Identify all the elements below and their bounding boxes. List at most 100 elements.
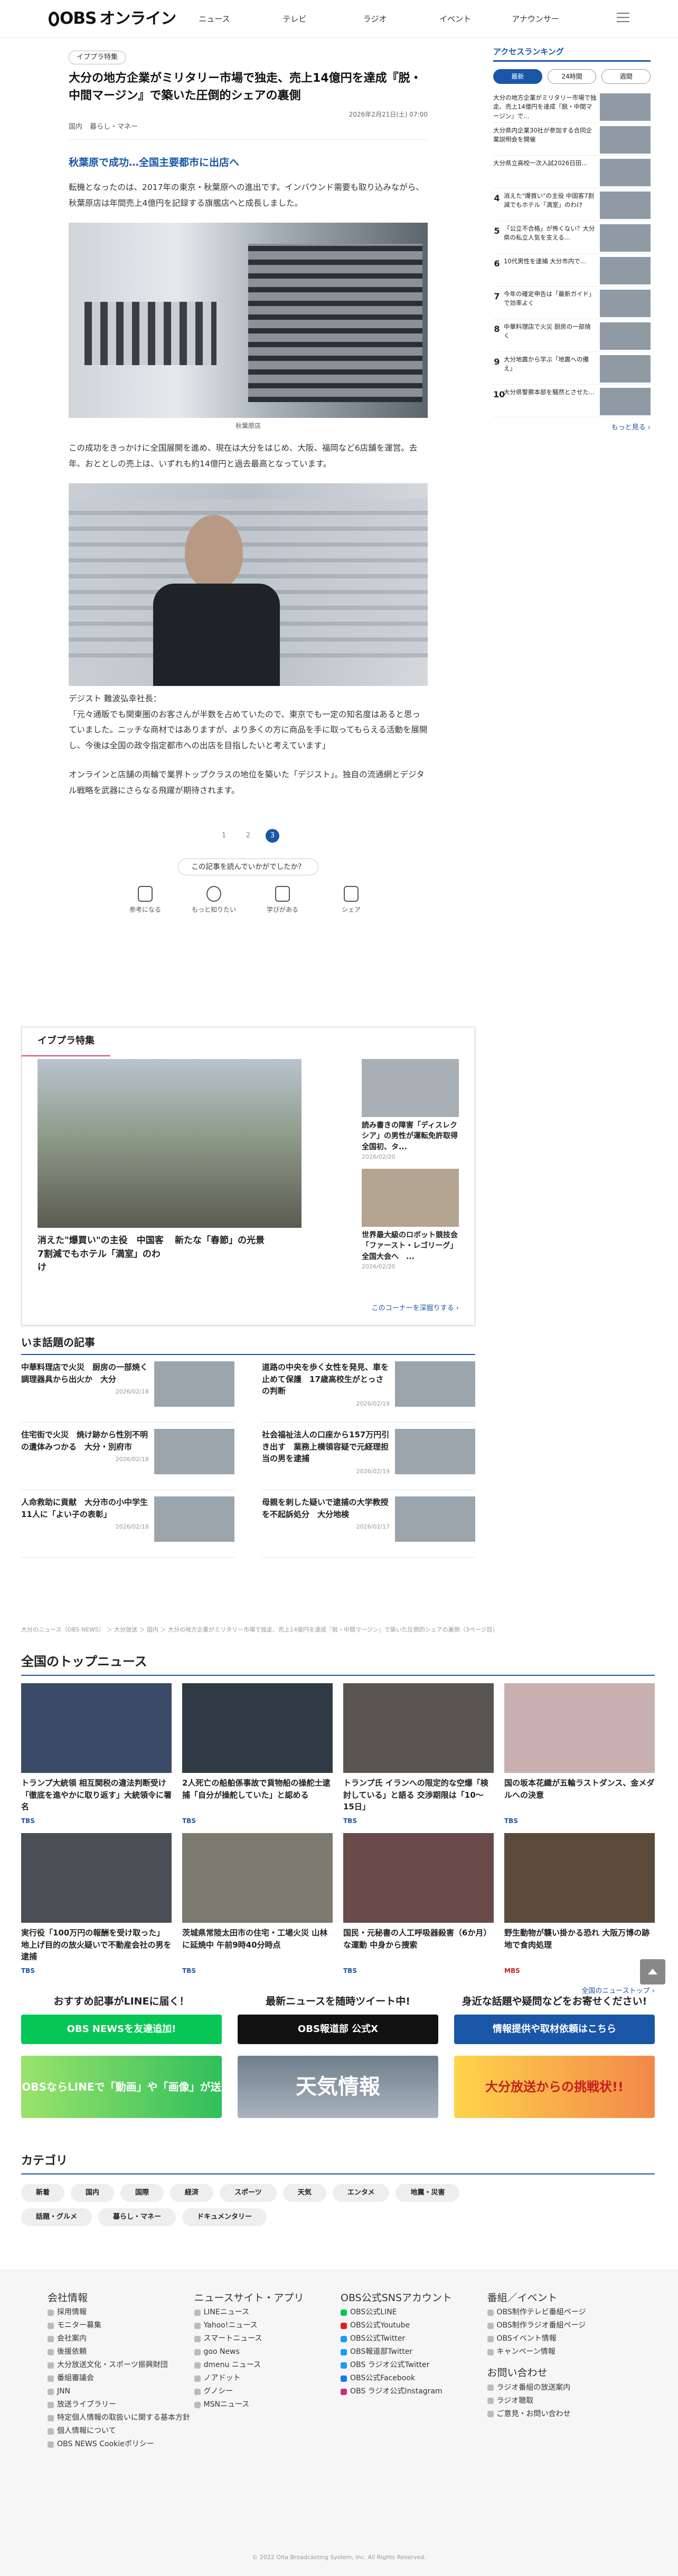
top-news-item[interactable]: 茨城県常陸太田市の住宅・工場火災 山林に延焼中 午前9時40分時点 TBS bbox=[182, 1833, 333, 1983]
footer-link[interactable]: OBS NEWS Cookieポリシー bbox=[48, 2438, 194, 2451]
footer-link[interactable]: OBS制作ラジオ番組ページ bbox=[487, 2319, 634, 2332]
footer-link[interactable]: 会社案内 bbox=[48, 2332, 194, 2345]
nav-announcer[interactable]: アナウンサー bbox=[495, 13, 576, 25]
footer-link[interactable]: OBS公式LINE bbox=[341, 2306, 487, 2319]
top-news-item[interactable]: 野生動物が襲い掛かる恐れ 大阪万博の跡地で食肉処理 MBS bbox=[504, 1833, 655, 1983]
nav-radio[interactable]: ラジオ bbox=[335, 13, 415, 25]
footer-link[interactable]: OBSイベント情報 bbox=[487, 2332, 634, 2345]
trending-item[interactable]: 道路の中央を歩く女性を発見、車を止めて保護 17歳高校生がとっさの判断 2026/… bbox=[262, 1355, 475, 1423]
category-chip[interactable]: 国内 bbox=[71, 2184, 115, 2202]
page-2-link[interactable]: 2 bbox=[241, 829, 255, 843]
footer-link[interactable]: モニター募集 bbox=[48, 2319, 194, 2332]
reaction-share[interactable]: シェア bbox=[327, 885, 375, 915]
ranking-more-link[interactable]: もっと見る › bbox=[493, 423, 651, 434]
ranking-item[interactable]: 2大分県内企業30社が参加する合同企業説明会を開催 bbox=[493, 123, 651, 1709]
footer-link[interactable]: goo News bbox=[194, 2345, 341, 2359]
hamburger-menu-icon[interactable] bbox=[617, 13, 629, 23]
footer-link[interactable]: 大分放送文化・スポーツ振興財団 bbox=[48, 2359, 194, 2372]
top-news-item[interactable]: 実行役「100万円の報酬を受け取った」 地上げ目的の放火疑いで不動産会社の男を逮… bbox=[21, 1833, 172, 1983]
category-chip[interactable]: ドキュメンタリー bbox=[182, 2208, 267, 2227]
category-chip[interactable]: エンタメ bbox=[332, 2184, 390, 2202]
top-news-item[interactable]: トランプ大統領 相互関税の違法判断受け「徹底を進やかに取り返す」大統領令に署名 T… bbox=[21, 1683, 172, 1833]
weather-banner[interactable]: 天気情報 bbox=[238, 2056, 438, 2119]
breadcrumb[interactable]: 大分のニュース（OBS NEWS） ＞ 大分放送 ＞ 国内 ＞ 大分の地方企業が… bbox=[21, 1625, 655, 1635]
feature-main-title[interactable]: 消えた"爆買い"の主役 中国客7割減でもホテル「満室」のわけ bbox=[37, 1234, 164, 1275]
footer-link[interactable]: Yahoo!ニュース bbox=[194, 2319, 341, 2332]
feature-main-subtitle[interactable]: 新たな「春節」の光景 bbox=[175, 1234, 302, 1248]
footer-link[interactable]: ラジオ番組の放送案内 bbox=[487, 2381, 634, 2394]
category-chip[interactable]: 経済 bbox=[170, 2184, 214, 2202]
ranking-item[interactable]: 10 大分県警察本部を騒然とさせた... bbox=[493, 385, 651, 417]
page-3-current[interactable]: 3 bbox=[266, 828, 279, 843]
ranking-item[interactable]: 3大分県立高校一次入試2026日田... bbox=[493, 156, 651, 1709]
reaction-helpful[interactable]: 参考になる bbox=[121, 885, 169, 915]
category-chip[interactable]: 天気 bbox=[282, 2184, 326, 2202]
footer-link[interactable]: OBS公式Twitter bbox=[341, 2332, 487, 2345]
site-logo[interactable]: OBS オンライン bbox=[49, 9, 176, 28]
trending-item[interactable]: 母親を刺した疑いで逮捕の大学教授を不起訴処分 大分地検 2026/02/17 bbox=[262, 1490, 475, 1558]
footer-link[interactable]: MSNニュース bbox=[194, 2398, 341, 2411]
category-link[interactable]: 国内 bbox=[69, 122, 82, 133]
footer-link[interactable]: 特定個人情報の取扱いに関する基本方針 bbox=[48, 2411, 194, 2425]
footer-link[interactable]: 放送ライブラリー bbox=[48, 2398, 194, 2411]
feature-side-item[interactable]: 読み書きの障害「ディスレクシア」の男性が運転免許取得 全国初、タ... 2026/… bbox=[362, 1059, 465, 1161]
trending-item[interactable]: 中華料理店で火災 厨房の一部焼く 調理器具から出火か 大分 2026/02/18 bbox=[21, 1355, 234, 1423]
category-chip[interactable]: 国際 bbox=[120, 2184, 164, 2202]
footer-link[interactable]: JNN bbox=[48, 2385, 194, 2398]
feature-main-image[interactable] bbox=[37, 1059, 302, 1228]
footer-link[interactable]: スマートニュース bbox=[194, 2332, 341, 2345]
challenge-banner[interactable]: 大分放送からの挑戦状!! bbox=[454, 2056, 655, 2119]
category-chip[interactable]: 暮らし・マネー bbox=[98, 2208, 176, 2227]
footer-link[interactable]: OBS公式Youtube bbox=[341, 2319, 487, 2332]
footer-link[interactable]: 番組審議会 bbox=[48, 2372, 194, 2385]
news-tip-button[interactable]: 情報提供や取材依頼はこちら bbox=[454, 2015, 655, 2045]
footer-link[interactable]: OBS報道部Twitter bbox=[341, 2345, 487, 2359]
nav-tv[interactable]: テレビ bbox=[255, 13, 335, 25]
footer-link[interactable]: ノアドット bbox=[194, 2372, 341, 2385]
tab-weekly[interactable]: 週間 bbox=[601, 69, 651, 84]
top-news-item[interactable]: 国民・元秘書の人工呼吸器殺害（6か月）な運動 中身から捜索 TBS bbox=[343, 1833, 494, 1983]
ranking-item[interactable]: 5 「公立不合格」が怖くない？大分県の私立人気を支える... bbox=[493, 221, 651, 254]
footer-link[interactable]: キャンペーン情報 bbox=[487, 2345, 634, 2359]
feature-more-link[interactable]: このコーナーを深掘りする › bbox=[372, 1303, 459, 1314]
footer-link[interactable]: OBS ラジオ公式Twitter bbox=[341, 2359, 487, 2372]
nav-event[interactable]: イベント bbox=[415, 13, 495, 25]
trending-item[interactable]: 人命救助に貢献 大分市の小中学生11人に「よい子の表彰」 2026/02/18 bbox=[21, 1490, 234, 1558]
article-badge[interactable]: イブプラ特集 bbox=[69, 51, 126, 64]
top-news-item[interactable]: 2人死亡の船舶係事故で貨物船の操舵士逮捕「自分が操舵していた」と認める TBS bbox=[182, 1683, 333, 1833]
tab-latest[interactable]: 最新 bbox=[493, 69, 542, 84]
footer-link[interactable]: ご意見・お問い合わせ bbox=[487, 2408, 634, 2421]
category-chip[interactable]: 地震・災害 bbox=[396, 2184, 460, 2202]
top-news-item[interactable]: トランプ氏 イランへの限定的な空爆「検討している」と語る 交渉期限は「10～15… bbox=[343, 1683, 494, 1833]
trending-item[interactable]: 住宅街で火災 焼け跡から性別不明の遺体みつかる 大分・別府市 2026/02/18 bbox=[21, 1423, 234, 1490]
footer-link[interactable]: dmenu ニュース bbox=[194, 2359, 341, 2372]
reaction-know-more[interactable]: もっと知りたい bbox=[190, 885, 238, 915]
ranking-item[interactable]: 1大分の地方企業がミリタリー市場で独走、売上14億円を達成『脱・中間マージン』で… bbox=[493, 90, 651, 1709]
line-add-friend-button[interactable]: OBS NEWSを友達追加! bbox=[21, 2015, 222, 2045]
trending-item[interactable]: 社会福祉法人の口座から157万円引き出す 業務上横領容疑で元経理担当の男を逮捕 2… bbox=[262, 1423, 475, 1490]
footer-link[interactable]: ラジオ聴取 bbox=[487, 2394, 634, 2408]
reaction-learn[interactable]: 学びがある bbox=[259, 885, 306, 915]
category-chip[interactable]: スポーツ bbox=[220, 2184, 277, 2202]
ranking-item[interactable]: 4 消えた"爆買い"の主役 中国客7割減でもホテル「満室」のわけ bbox=[493, 188, 651, 221]
footer-link[interactable]: OBS ラジオ公式Instagram bbox=[341, 2385, 487, 2398]
footer-link[interactable]: 個人情報について bbox=[48, 2425, 194, 2438]
ranking-item[interactable]: 7 今年の確定申告は「最新ガイド」で効率よく bbox=[493, 287, 651, 319]
feature-side-item[interactable]: 世界最大級のロボット競技会「ファースト・レゴリーグ」全国大会へ ... 2026/… bbox=[362, 1169, 459, 1271]
ranking-item[interactable]: 6 10代男性を逮捕 大分市内で... bbox=[493, 254, 651, 287]
category-link[interactable]: 暮らし・マネー bbox=[90, 122, 138, 133]
footer-link[interactable]: 後援依頼 bbox=[48, 2345, 194, 2359]
footer-link[interactable]: グノシー bbox=[194, 2385, 341, 2398]
page-1-link[interactable]: 1 bbox=[217, 829, 231, 843]
footer-link[interactable]: LINEニュース bbox=[194, 2306, 341, 2319]
footer-link[interactable]: OBS制作テレビ番組ページ bbox=[487, 2306, 634, 2319]
ranking-item[interactable]: 8 中華料理店で火災 厨房の一部焼く bbox=[493, 319, 651, 352]
tab-24h[interactable]: 24時間 bbox=[547, 69, 597, 84]
line-banner[interactable]: OBSならLINEで「動画」や「画像」が送れる! bbox=[21, 2056, 222, 2155]
category-chip[interactable]: 話題・グルメ bbox=[21, 2208, 92, 2227]
ranking-item[interactable]: 9 大分地震から学ぶ「地震への備え」 bbox=[493, 352, 651, 385]
nav-news[interactable]: ニュース bbox=[174, 13, 255, 25]
footer-link[interactable]: OBS公式Facebook bbox=[341, 2372, 487, 2385]
top-news-item[interactable]: 国の坂本花織が五輪ラストダンス、金メダルへの決意 TBS bbox=[504, 1683, 655, 1833]
category-chip[interactable]: 新着 bbox=[21, 2184, 65, 2202]
